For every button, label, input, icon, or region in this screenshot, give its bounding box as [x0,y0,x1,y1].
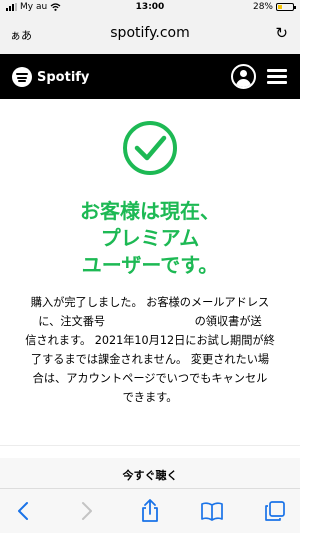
message-line: 購入が完了しました。 お客様のメールアドレス [30,296,270,309]
check-circle-icon [123,121,177,175]
url-domain[interactable]: spotify.com [0,25,300,41]
listen-now-button[interactable]: 今すぐ聴く [0,458,300,488]
hamburger-menu-icon[interactable] [267,69,287,85]
account-icon[interactable] [231,64,256,89]
back-icon[interactable] [8,497,38,525]
message-line: 信されます。 2021年10月12日にお試し期間が終 [25,334,275,347]
brand-name: Spotify [37,69,90,85]
message-line: 了するまでは課金されません。 変更されたい場 [30,353,270,366]
message-line: 合は、アカウントページでいつでもキャンセル [32,372,268,385]
message-line: に、注文番号 の領収書が送 [38,315,262,328]
message-line: できます。 [122,391,178,404]
confirmation-headline: お客様は現在、 プレミアム ユーザーです。 [0,198,300,279]
headline-line: お客様は現在、 [80,199,220,223]
headline-line: ユーザーです。 [81,253,219,277]
status-bar: My au 13:00 28% [0,0,300,16]
spotify-logo[interactable]: Spotify [12,67,89,87]
browser-toolbar [0,488,300,533]
battery-indicator: 28% [252,2,296,12]
tabs-icon[interactable] [260,497,290,525]
divider [0,445,300,446]
battery-icon [276,3,296,11]
spotify-logo-icon [12,67,32,87]
confirmation-message: 購入が完了しました。 お客様のメールアドレス に、注文番号 の領収書が送 信され… [12,293,288,407]
forward-icon[interactable] [72,497,102,525]
share-icon[interactable] [135,497,165,525]
reload-icon[interactable]: ↻ [275,24,288,42]
browser-address-bar[interactable]: ぁあ spotify.com ↻ [0,16,300,54]
listen-now-label: 今すぐ聴く [122,469,178,482]
bookmarks-icon[interactable] [197,497,227,525]
battery-percent: 28% [252,2,273,12]
headline-line: プレミアム [100,226,200,250]
